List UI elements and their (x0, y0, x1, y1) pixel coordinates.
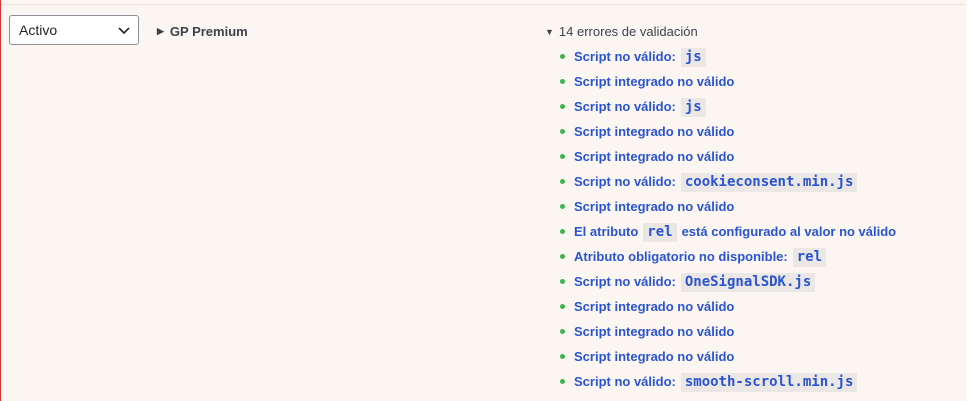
bullet-dot-icon (560, 129, 565, 134)
error-text: Script integrado no válido (574, 124, 735, 139)
bullet-dot-icon (560, 229, 565, 234)
error-link[interactable]: El atributo rel está configurado al valor … (574, 219, 896, 244)
error-code: OneSignalSDK.js (680, 273, 816, 293)
error-link[interactable]: Script integrado no válido (574, 319, 734, 344)
error-text-suffix: está configurado al valor no válido (681, 224, 897, 239)
chevron-down-icon (118, 27, 130, 35)
page-margin (966, 0, 974, 401)
status-select[interactable]: Activo (9, 15, 139, 45)
error-link[interactable]: Script no válido: cookieconsent.min.js (574, 169, 858, 194)
error-text: Script integrado no válido (574, 74, 735, 89)
bullet-dot-icon (560, 154, 565, 159)
bullet-dot-icon (560, 204, 565, 209)
error-code: rel (792, 248, 827, 268)
error-text: Script integrado no válido (574, 349, 735, 364)
validation-panel: Activo ▶ GP Premium ▼ 14 errores de vali… (0, 0, 967, 401)
error-text: Atributo obligatorio no disponible: (574, 249, 788, 264)
error-link[interactable]: Script no válido: js (574, 94, 706, 119)
error-link[interactable]: Script no válido: OneSignalSDK.js (574, 269, 816, 294)
bullet-dot-icon (560, 379, 565, 384)
error-text: El atributo (574, 224, 639, 239)
error-text: Script integrado no válido (574, 324, 735, 339)
error-link[interactable]: Script integrado no válido (574, 119, 734, 144)
error-text: Script no válido: (574, 274, 676, 289)
error-text: Script integrado no válido (574, 199, 735, 214)
errors-summary-toggle[interactable]: ▼ 14 errores de validación (545, 24, 965, 40)
error-link[interactable]: Script integrado no válido (574, 344, 734, 369)
bullet-dot-icon (560, 279, 565, 284)
error-text: Script no válido: (574, 374, 676, 389)
error-text: Script no válido: (574, 174, 676, 189)
error-link[interactable]: Script integrado no válido (574, 194, 734, 219)
bullet-dot-icon (560, 254, 565, 259)
error-link[interactable]: Atributo obligatorio no disponible: rel (574, 244, 827, 269)
bullet-dot-icon (560, 304, 565, 309)
validation-errors: ▼ 14 errores de validación Script no vál… (545, 24, 965, 393)
plugin-name: GP Premium (169, 24, 248, 39)
error-link[interactable]: Script integrado no válido (574, 294, 734, 319)
bullet-dot-icon (560, 329, 565, 334)
error-text: Script no válido: (574, 99, 676, 114)
error-text: Script integrado no válido (574, 299, 735, 314)
error-code: js (680, 98, 706, 118)
bullet-dot-icon (560, 104, 565, 109)
status-select-value: Activo (19, 22, 58, 38)
errors-summary-label: 14 errores de validación (558, 24, 698, 39)
error-link[interactable]: Script integrado no válido (574, 144, 734, 169)
triangle-down-icon: ▼ (545, 27, 554, 37)
error-text: Script no válido: (574, 49, 676, 64)
triangle-right-icon: ▶ (157, 26, 164, 36)
bullet-dot-icon (560, 79, 565, 84)
error-code: rel (643, 223, 677, 243)
error-link[interactable]: Script integrado no válido (574, 69, 734, 94)
error-code: js (680, 48, 706, 68)
panel-top-border (1, 0, 967, 5)
error-text: Script integrado no válido (574, 149, 735, 164)
error-code: smooth-scroll.min.js (680, 373, 858, 393)
bullet-dot-icon (560, 54, 565, 59)
error-link[interactable]: Script no válido: smooth-scroll.min.js (574, 369, 858, 394)
error-link[interactable]: Script no válido: js (574, 44, 706, 69)
bullet-dot-icon (560, 179, 565, 184)
bullet-dot-icon (560, 354, 565, 359)
error-code: cookieconsent.min.js (680, 173, 858, 193)
plugin-disclosure[interactable]: ▶ GP Premium (157, 24, 248, 39)
